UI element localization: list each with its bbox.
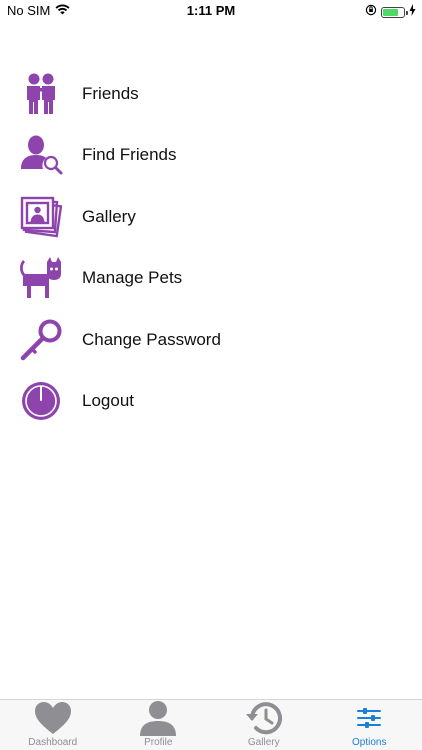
tab-dashboard[interactable]: Dashboard [0,700,106,750]
tab-gallery[interactable]: Gallery [211,700,317,750]
menu-item-label: Manage Pets [82,268,183,288]
battery-icon [381,6,408,18]
person-icon [138,700,178,736]
friends-icon [19,72,63,116]
menu-item-manage-pets[interactable]: Manage Pets [0,248,422,310]
tab-label: Options [352,737,387,748]
menu-item-gallery[interactable]: Gallery [0,186,422,248]
sliders-icon [349,700,389,736]
cat-icon [19,256,63,300]
find-friends-icon [19,133,63,177]
key-icon [19,318,63,362]
menu-item-find-friends[interactable]: Find Friends [0,125,422,187]
tab-label: Profile [144,737,173,748]
charging-icon [409,3,416,21]
menu-item-logout[interactable]: Logout [0,371,422,433]
tab-profile[interactable]: Profile [106,700,212,750]
heart-icon [33,700,73,736]
history-icon [244,700,284,736]
menu-item-friends[interactable]: Friends [0,63,422,125]
options-menu: Friends Find Friends Gallery Manage Pets… [0,63,422,432]
menu-item-label: Gallery [82,206,136,226]
menu-item-label: Change Password [82,329,221,349]
menu-item-label: Friends [82,83,139,103]
tab-options[interactable]: Options [317,700,422,750]
gallery-icon [19,195,63,239]
tab-label: Gallery [247,737,280,748]
options-screen: No SIM 1:11 PM Friends Find Friends Gall… [0,0,422,750]
status-bar: No SIM 1:11 PM [0,0,422,22]
tab-bar: Dashboard Profile Gallery Options [0,699,422,750]
menu-item-change-password[interactable]: Change Password [0,309,422,371]
power-icon [19,379,63,423]
menu-item-label: Find Friends [82,145,177,165]
orientation-lock-icon [365,3,377,21]
tab-label: Dashboard [28,737,78,748]
menu-item-label: Logout [82,391,134,411]
status-right [365,3,416,21]
status-time: 1:11 PM [186,3,236,18]
